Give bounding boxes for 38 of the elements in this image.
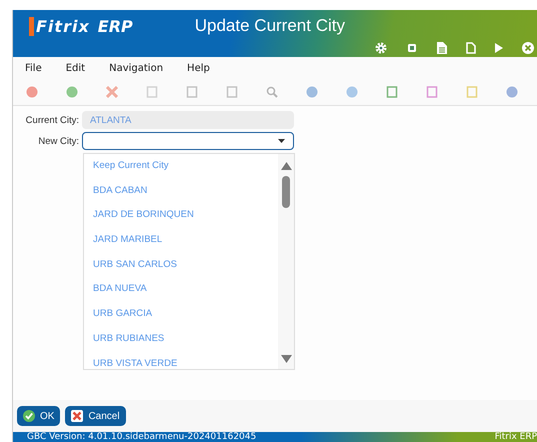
scroll-down-icon[interactable] xyxy=(280,355,292,363)
current-city-field: ATLANTA xyxy=(82,111,294,129)
window-title: Update Current City xyxy=(194,16,345,36)
scrollbar-thumb[interactable] xyxy=(282,176,290,208)
document-icon[interactable] xyxy=(437,42,447,54)
dropdown-option[interactable]: JARD MARIBEL xyxy=(93,232,278,257)
dropdown-option[interactable]: BDA CABAN xyxy=(93,182,278,208)
zoom-icon[interactable] xyxy=(266,86,278,98)
cancel-icon xyxy=(71,410,84,422)
play-icon[interactable] xyxy=(495,43,503,53)
dropdown-option[interactable]: URB SAN CARLOS xyxy=(93,256,278,282)
scroll-up-icon[interactable] xyxy=(280,162,292,170)
app-name: Fitrix ERP xyxy=(494,432,537,442)
chip-icon[interactable] xyxy=(406,42,418,54)
scrollbar[interactable] xyxy=(278,154,294,369)
dropdown-option[interactable]: URB RUBIANES xyxy=(93,330,278,356)
dropdown-option[interactable]: BDA NUEVA xyxy=(93,281,278,306)
dropdown-option[interactable]: URB VISTA VERDE xyxy=(93,356,278,369)
ok-button[interactable]: OK xyxy=(17,406,60,426)
blank-document-icon[interactable] xyxy=(466,42,476,54)
dropdown-option[interactable]: JARD DE BORINQUEN xyxy=(93,207,278,232)
dropdown-option[interactable]: Keep Current City xyxy=(93,158,278,183)
cancel-button[interactable]: Cancel xyxy=(65,406,126,426)
menu-item[interactable]: File xyxy=(25,62,42,74)
menu-item[interactable]: Edit xyxy=(66,62,86,74)
field-label: New City: xyxy=(37,136,80,146)
field-label: Current City: xyxy=(24,114,80,126)
cancel-icon[interactable] xyxy=(106,86,118,98)
dropdown-option[interactable]: URB GARCIA xyxy=(93,306,278,331)
logo-suffix: ERP xyxy=(98,16,133,36)
settings-icon[interactable] xyxy=(375,42,387,54)
logo-text: Fitrix xyxy=(29,16,90,36)
close-icon[interactable] xyxy=(522,42,534,54)
menu-item[interactable]: Help xyxy=(187,62,210,74)
version-text: GBC Version: 4.01.10.sidebarmenu-202401162045 xyxy=(27,432,256,442)
menu-item[interactable]: Navigation xyxy=(109,62,164,74)
new-city-dropdown[interactable] xyxy=(82,132,294,150)
caret-icon xyxy=(278,139,285,143)
